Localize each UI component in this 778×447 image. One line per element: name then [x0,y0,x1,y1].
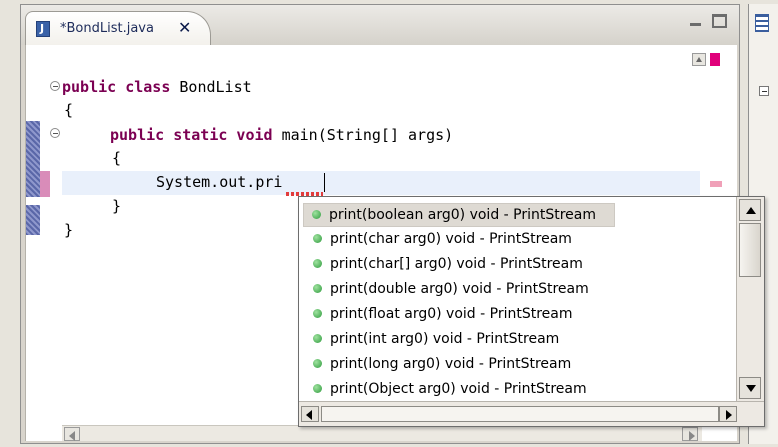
change-marker-block [26,121,40,197]
proposal-label: print(char[] arg0) void - PrintStream [330,256,583,272]
error-indicator-icon[interactable] [710,53,720,66]
code-line-1: public class BondList [62,77,252,96]
proposal-item[interactable]: print(char arg0) void - PrintStream [305,228,729,250]
scroll-left-icon[interactable] [64,427,80,441]
public-method-icon [312,210,321,219]
proposal-item-selected[interactable]: print(boolean arg0) void - PrintStream [303,203,615,227]
proposal-label: print(double arg0) void - PrintStream [330,281,589,297]
outline-icon[interactable] [755,14,769,32]
proposal-item[interactable]: print(double arg0) void - PrintStream [305,278,729,300]
code-line-4: { [112,149,122,167]
scroll-right-icon[interactable] [719,406,737,422]
editor-horizontal-scrollbar[interactable] [62,425,702,441]
public-method-icon [313,384,322,393]
content-assist-popup: print(boolean arg0) void - PrintStream p… [298,196,765,427]
proposal-label: print(int arg0) void - PrintStream [330,331,560,347]
code-line-2: { [64,101,74,119]
overview-ruler-up-icon[interactable] [692,53,706,66]
maximize-icon[interactable] [712,14,727,28]
public-method-icon [313,284,322,293]
scroll-down-icon[interactable] [739,377,761,399]
proposal-list[interactable]: print(boolean arg0) void - PrintStream p… [299,197,735,399]
scroll-up-icon[interactable] [739,199,761,221]
proposal-label: print(boolean arg0) void - PrintStream [329,207,597,223]
keyword-public-class: public class [62,78,171,96]
public-method-icon [313,334,322,343]
change-marker-block [26,205,40,235]
left-ruler [26,45,62,401]
code-line-7: } [64,221,74,239]
proposal-item[interactable]: print(char[] arg0) void - PrintStream [305,253,729,275]
close-icon[interactable]: ✕ [178,18,191,37]
proposal-label: print(float arg0) void - PrintStream [330,306,573,322]
fold-method-icon[interactable] [50,128,60,138]
code-line-3: public static void main(String[] args) [110,125,453,144]
text-caret [324,173,325,192]
editor-tab-strip: *BondList.java ✕ [21,5,739,45]
proposal-item[interactable]: print(Object arg0) void - PrintStream [305,378,729,400]
minimize-icon[interactable] [688,14,704,30]
proposal-label: print(char arg0) void - PrintStream [330,231,572,247]
proposal-item[interactable]: print(float arg0) void - PrintStream [305,303,729,325]
proposal-label: print(long arg0) void - PrintStream [330,356,572,372]
fold-class-icon[interactable] [50,81,60,91]
public-method-icon [313,259,322,268]
java-file-icon [36,21,50,37]
code-line-5: System.out.pri [156,173,283,191]
code-line-6: } [112,197,122,215]
error-ruler-marker [40,171,50,197]
overview-error-mark[interactable] [710,181,722,187]
keyword-public-static-void: public static void [110,126,273,144]
public-method-icon [313,234,322,243]
scroll-left-icon[interactable] [301,406,319,422]
proposal-item[interactable]: print(long arg0) void - PrintStream [305,353,729,375]
tree-collapse-icon[interactable] [759,86,769,96]
proposal-item[interactable]: print(int arg0) void - PrintStream [305,328,729,350]
class-name: BondList [170,78,252,96]
public-method-icon [313,309,322,318]
tab-title: *BondList.java [60,21,154,36]
proposal-label: print(Object arg0) void - PrintStream [330,381,587,397]
scrollbar-thumb[interactable] [739,223,761,277]
method-signature: main(String[] args) [272,126,454,144]
tab-bondlist-java[interactable]: *BondList.java ✕ [25,11,211,45]
proposal-vertical-scrollbar[interactable] [736,197,764,401]
proposal-horizontal-scrollbar[interactable] [299,401,764,426]
scroll-right-icon[interactable] [682,427,698,441]
horizontal-scrollbar-thumb[interactable] [321,406,719,422]
public-method-icon [313,359,322,368]
